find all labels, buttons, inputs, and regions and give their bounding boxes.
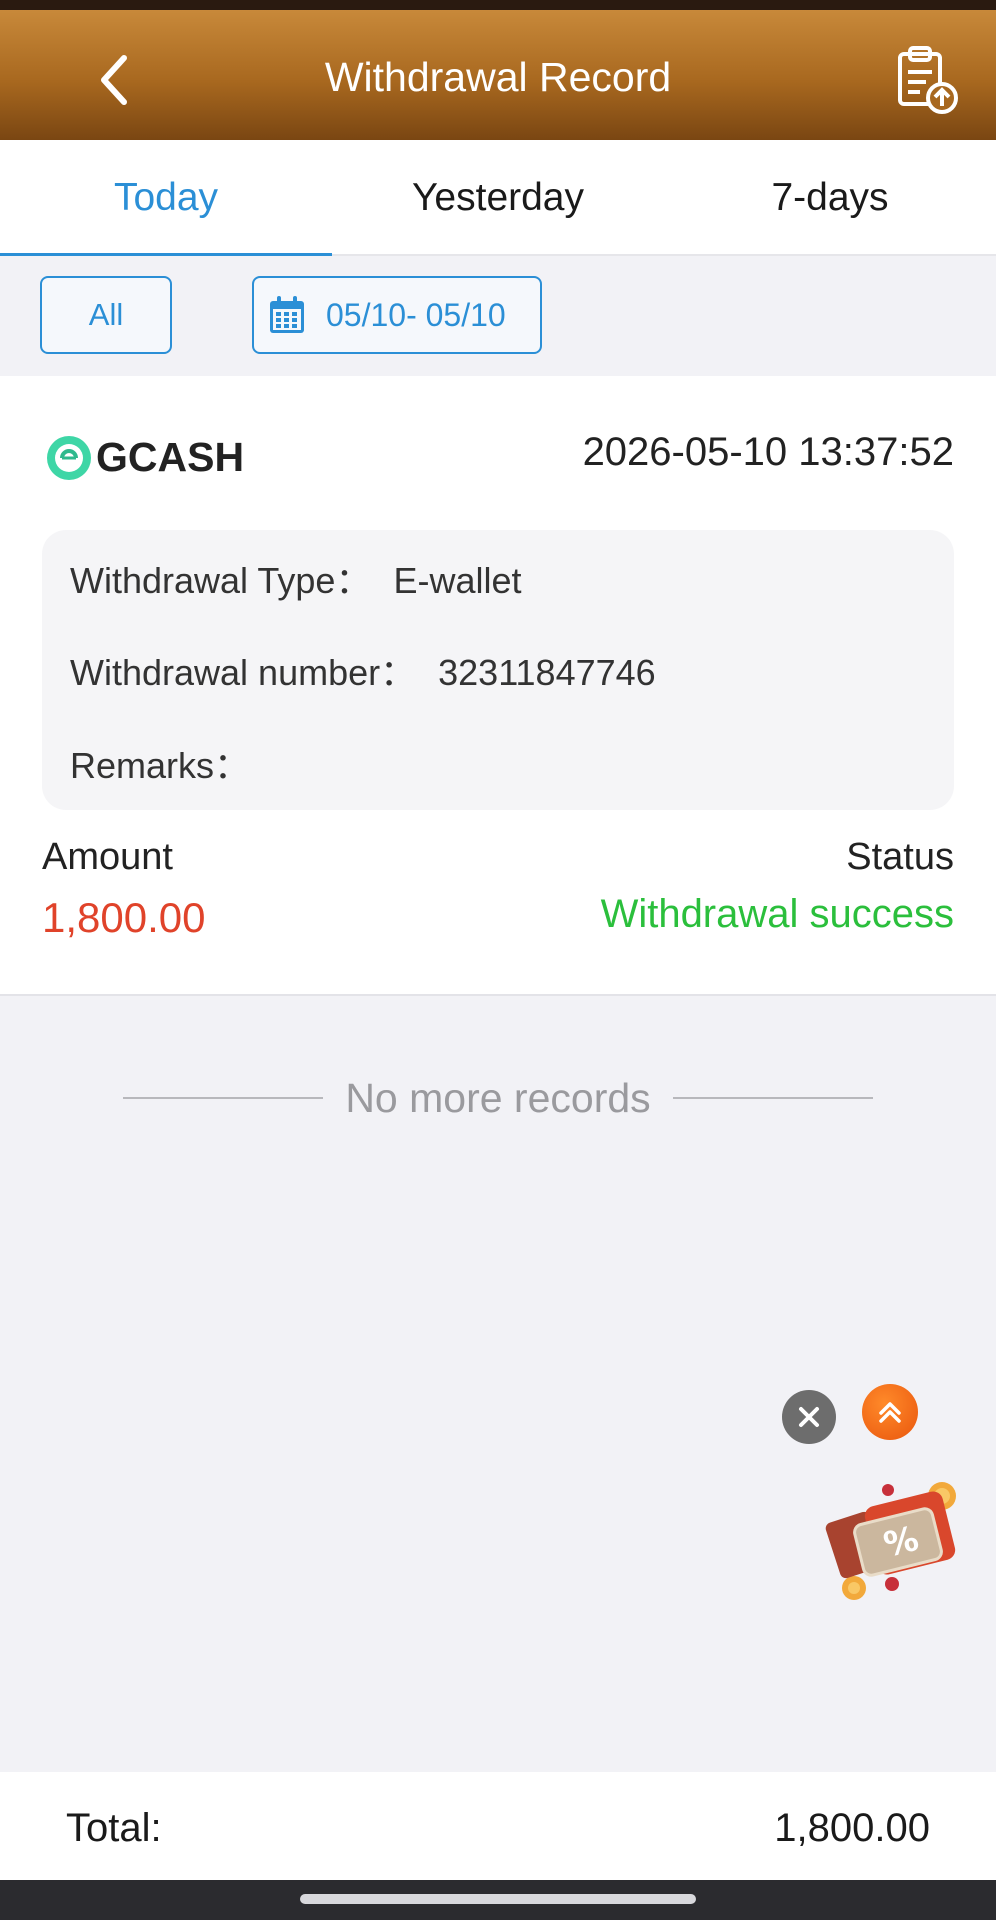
withdrawal-type-label: Withdrawal Type： [70, 560, 372, 601]
home-indicator[interactable] [300, 1894, 696, 1904]
close-float-button[interactable] [782, 1390, 836, 1444]
amount-label: Amount [42, 836, 173, 878]
withdrawal-number-label: Withdrawal number： [70, 652, 417, 693]
amount-value: 1,800.00 [42, 894, 206, 941]
status-strip [0, 0, 996, 10]
total-value: 1,800.00 [774, 1806, 930, 1850]
withdrawal-number-row: Withdrawal number： 32311847746 [70, 644, 656, 696]
remarks-row: Remarks： [70, 737, 272, 789]
upload-record-button[interactable] [890, 44, 962, 116]
tab-today[interactable]: Today [0, 140, 332, 258]
no-more-records-text: No more records [345, 1074, 651, 1121]
discount-ticket-icon: % [825, 1482, 956, 1600]
date-tabs: Today Yesterday 7-days [0, 140, 996, 258]
page-title: Withdrawal Record [324, 54, 672, 100]
filter-all-button[interactable]: All [40, 276, 172, 354]
record-details-box: Withdrawal Type： E-wallet Withdrawal numb… [42, 530, 954, 810]
withdrawal-type-row: Withdrawal Type： E-wallet [70, 552, 522, 604]
divider-left [123, 1097, 324, 1099]
filter-bar: All 05/10- 05/10 [0, 256, 996, 376]
scroll-top-button[interactable] [862, 1384, 918, 1440]
withdrawal-type-value: E-wallet [393, 560, 522, 601]
total-label: Total: [66, 1806, 162, 1850]
tab-7-days[interactable]: 7-days [664, 140, 996, 256]
status-value: Withdrawal success [600, 892, 954, 936]
promo-float-button[interactable]: % [822, 1476, 962, 1606]
calendar-icon [268, 295, 306, 335]
payment-method-name: GCASH [96, 434, 245, 480]
clipboard-upload-icon [898, 46, 958, 114]
gcash-logo-icon [47, 435, 91, 480]
divider-right [672, 1097, 873, 1099]
payment-method: GCASH [46, 434, 244, 481]
tab-yesterday[interactable]: Yesterday [332, 140, 664, 256]
record-timestamp: 2026-05-10 13:37:52 [582, 430, 954, 474]
withdrawal-record-card: GCASH 2026-05-10 13:37:52 Withdrawal Typ… [0, 376, 996, 996]
double-chevron-up-icon [879, 1402, 901, 1423]
status-label: Status [846, 836, 954, 878]
total-bar: Total: 1,800.00 [0, 1772, 996, 1880]
header-bar: Withdrawal Record [0, 10, 996, 140]
remarks-label: Remarks： [70, 745, 251, 786]
date-range-label: 05/10- 05/10 [326, 296, 506, 333]
withdrawal-number-value: 32311847746 [438, 652, 656, 693]
close-icon [799, 1407, 819, 1427]
system-nav-bar [0, 1880, 996, 1920]
date-range-button[interactable]: 05/10- 05/10 [252, 276, 542, 354]
list-end-indicator: No more records [0, 1068, 996, 1128]
